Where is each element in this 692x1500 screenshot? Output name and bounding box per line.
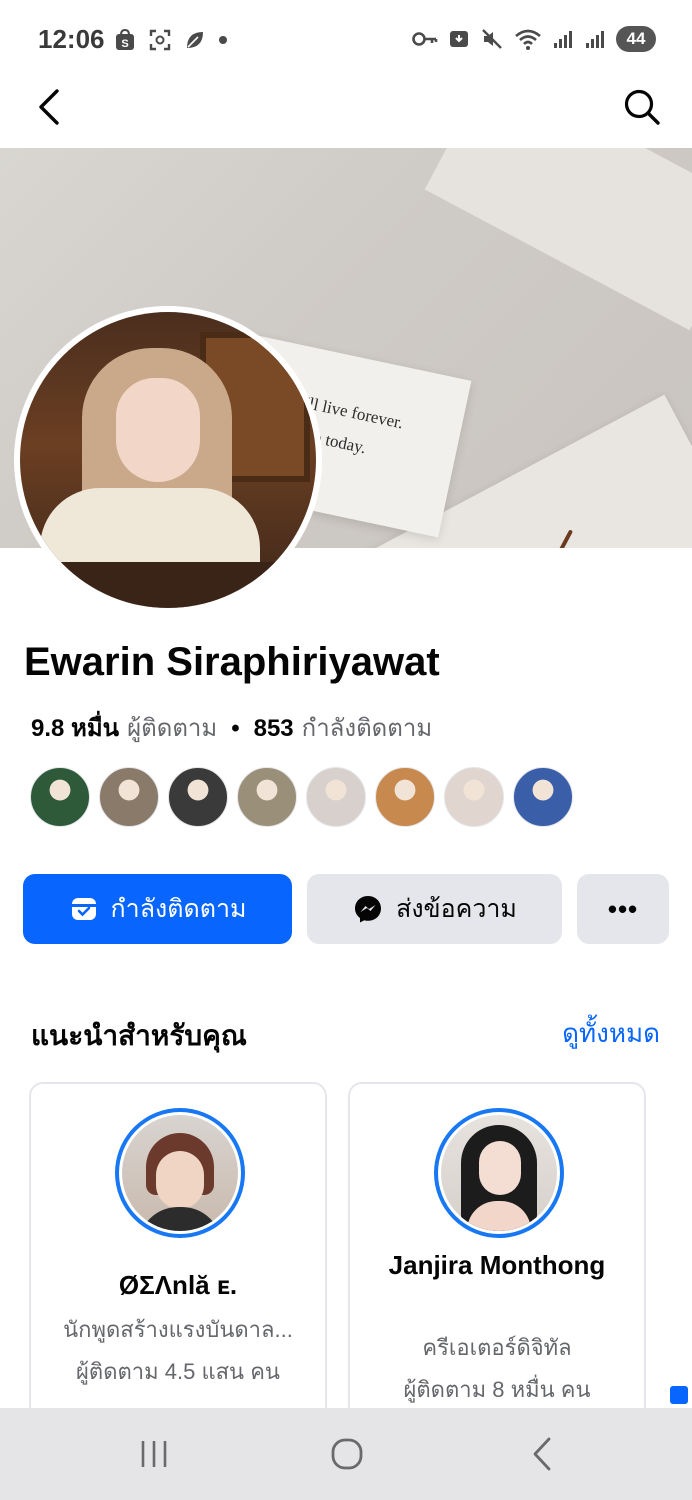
avatar-face — [156, 1151, 204, 1209]
suggestion-followers: ผู้ติดตาม 4.5 แสน คน — [76, 1359, 280, 1384]
follower-avatars — [30, 767, 573, 827]
follower-avatar[interactable] — [99, 767, 159, 827]
follower-avatar[interactable] — [306, 767, 366, 827]
suggestion-category: นักพูดสร้างแรงบันดาล... — [63, 1317, 293, 1342]
profile-photo-ring[interactable] — [14, 306, 322, 614]
see-all-link[interactable]: ดูทั้งหมด — [562, 1013, 660, 1054]
suggestion-followers: ผู้ติดตาม 8 หมื่น คน — [403, 1377, 591, 1402]
followers-count[interactable]: 9.8 หมื่น — [31, 708, 119, 747]
system-back-button[interactable] — [512, 1428, 572, 1480]
message-button-label: ส่งข้อความ — [396, 895, 517, 923]
mute-icon — [482, 29, 502, 49]
home-button[interactable] — [317, 1428, 377, 1480]
avatar-face — [479, 1141, 521, 1195]
avatar-body — [138, 1207, 222, 1231]
suggestion-name[interactable]: Janjira Monthong — [350, 1246, 644, 1284]
suggestion-avatar[interactable] — [441, 1115, 557, 1231]
wifi-icon — [515, 29, 541, 50]
status-time: 12:06 — [38, 24, 105, 54]
more-button[interactable]: ••• — [577, 874, 669, 944]
status-right-icons: 44 — [412, 26, 656, 52]
follower-avatar[interactable] — [375, 767, 435, 827]
search-button[interactable] — [620, 82, 664, 132]
search-icon — [624, 89, 660, 125]
profile-stats: 9.8 หมื่น ผู้ติดตาม • 853 กำลังติดตาม — [31, 708, 432, 747]
profile-actions: กำลังติดตาม ส่งข้อความ ••• — [23, 874, 669, 944]
back-icon — [533, 1437, 551, 1471]
back-button[interactable] — [28, 82, 68, 132]
notification-icon — [450, 31, 468, 47]
following-icon — [69, 894, 99, 924]
cover-wall — [424, 148, 692, 331]
following-button[interactable]: กำลังติดตาม — [23, 874, 292, 944]
battery-icon: 44 — [616, 26, 656, 52]
status-bar: 12:06 S 44 — [0, 0, 692, 80]
dot-icon — [219, 36, 227, 44]
suggestion-card[interactable]: ØΣΛnlă ᴇ. นักพูดสร้างแรงบันดาล... ผู้ติด… — [29, 1082, 327, 1422]
svg-text:S: S — [121, 38, 128, 50]
profile-photo-face — [116, 378, 200, 482]
more-icon: ••• — [607, 893, 639, 924]
profile-photo — [20, 312, 316, 608]
suggestions-title: แนะนำสำหรับคุณ — [31, 1020, 247, 1051]
follower-avatar[interactable] — [30, 767, 90, 827]
stats-separator: • — [231, 715, 240, 742]
follower-avatar[interactable] — [168, 767, 228, 827]
profile-photo-table — [20, 562, 316, 608]
suggestion-avatar[interactable] — [122, 1115, 238, 1231]
key-icon — [412, 32, 438, 46]
scan-icon — [149, 29, 171, 51]
suggestion-avatar-ring — [115, 1108, 245, 1238]
follower-avatar[interactable] — [513, 767, 573, 827]
shopee-icon: S — [116, 28, 134, 50]
signal-icon — [554, 31, 572, 48]
recents-icon — [141, 1441, 167, 1467]
floating-badge-icon[interactable] — [670, 1386, 688, 1404]
suggestion-avatar-ring — [434, 1108, 564, 1238]
suggestion-card[interactable]: Janjira Monthong ครีเอเตอร์ดิจิทัล ผู้ติ… — [348, 1082, 646, 1422]
message-button[interactable]: ส่งข้อความ — [307, 874, 562, 944]
following-label[interactable]: กำลังติดตาม — [302, 708, 433, 747]
follower-avatar[interactable] — [237, 767, 297, 827]
recents-button[interactable] — [124, 1428, 184, 1480]
following-count[interactable]: 853 — [254, 715, 294, 743]
leaf-icon — [187, 32, 203, 48]
status-left-icons: S — [114, 28, 228, 52]
chevron-left-icon — [39, 89, 59, 125]
signal-icon — [586, 31, 604, 48]
profile-name: Ewarin Siraphiriyawat — [24, 640, 440, 684]
system-nav-bar — [0, 1408, 692, 1500]
followers-label[interactable]: ผู้ติดตาม — [127, 708, 217, 747]
following-button-label: กำลังติดตาม — [110, 895, 247, 923]
home-icon — [331, 1438, 363, 1470]
follower-avatar[interactable] — [444, 767, 504, 827]
suggestion-category: ครีเอเตอร์ดิจิทัล — [422, 1335, 572, 1360]
top-nav — [0, 78, 692, 138]
suggestion-name[interactable]: ØΣΛnlă ᴇ. — [31, 1266, 325, 1304]
messenger-icon — [352, 893, 384, 925]
